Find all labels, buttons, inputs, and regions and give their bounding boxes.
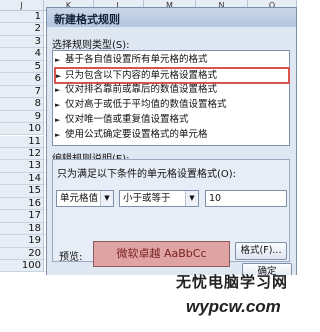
row-header[interactable]: 18 bbox=[0, 222, 44, 236]
row-header[interactable]: 14 bbox=[0, 172, 44, 186]
preview-label: 预览: bbox=[59, 252, 83, 263]
preview-text: 微软卓越 AaBbCc bbox=[116, 247, 207, 260]
condition-field-select[interactable]: 单元格值 ▼ bbox=[56, 190, 114, 207]
arrow-right-icon: ► bbox=[55, 116, 61, 124]
watermark-domain: wypcw.com bbox=[186, 297, 281, 316]
rule-description-panel: 只为满足以下条件的单元格设置格式(O): 单元格值 ▼ 小于或等于 ▼ 10 预… bbox=[52, 159, 290, 267]
rule-type-item-label: 仅对排名靠前或靠后的数值设置格式 bbox=[65, 84, 218, 95]
condition-value-text: 10 bbox=[209, 193, 222, 204]
arrow-right-icon: ► bbox=[55, 131, 61, 139]
row-header[interactable]: 10 bbox=[0, 123, 44, 136]
row-header[interactable]: 7 bbox=[0, 85, 44, 99]
row-header[interactable]: 2 bbox=[0, 23, 44, 36]
new-format-rule-dialog: 新建格式规则 选择规则类型(S): ► 基于各自值设置所有单元格的格式 ► 只为包含… bbox=[46, 7, 297, 283]
row-header[interactable]: 8 bbox=[0, 98, 44, 111]
only-format-label: 只为满足以下条件的单元格设置格式(O): bbox=[57, 169, 237, 180]
row-header[interactable]: 17 bbox=[0, 210, 44, 223]
row-header[interactable]: 15 bbox=[0, 185, 44, 198]
column-header-j[interactable]: J bbox=[0, 0, 44, 11]
chevron-down-icon[interactable]: ▼ bbox=[185, 191, 198, 206]
rule-type-item[interactable]: ► 仅对排名靠前或靠后的数值设置格式 bbox=[55, 83, 285, 97]
row-header[interactable]: 16 bbox=[0, 197, 44, 211]
arrow-right-icon: ► bbox=[55, 56, 61, 64]
arrow-right-icon: ► bbox=[55, 101, 61, 109]
rule-type-label: 选择规则类型(S): bbox=[52, 40, 130, 51]
row-header[interactable]: 19 bbox=[0, 235, 44, 248]
rule-type-item-label: 仅对唯一值或重复值设置格式 bbox=[65, 114, 189, 125]
row-header[interactable]: 6 bbox=[0, 73, 44, 86]
row-header[interactable]: 9 bbox=[0, 110, 44, 124]
condition-operator-value: 小于或等于 bbox=[123, 193, 171, 204]
rule-type-item[interactable]: ► 仅对高于或低于平均值的数值设置格式 bbox=[55, 98, 285, 112]
row-header[interactable]: 100 bbox=[0, 260, 44, 273]
arrow-right-icon: ► bbox=[56, 72, 62, 80]
rule-type-list[interactable]: ► 基于各自值设置所有单元格的格式 ► 只为包含以下内容的单元格设置格式 ► 仅对排名… bbox=[52, 50, 290, 146]
condition-value-input[interactable]: 10 bbox=[205, 190, 287, 207]
dialog-title: 新建格式规则 bbox=[54, 13, 120, 26]
dialog-titlebar[interactable]: 新建格式规则 bbox=[47, 8, 296, 27]
row-header[interactable]: 4 bbox=[0, 48, 44, 61]
watermark-site-name: 无忧电脑学习网 bbox=[176, 273, 289, 291]
rule-type-item-label: 仅对高于或低于平均值的数值设置格式 bbox=[65, 99, 227, 110]
row-header[interactable]: 11 bbox=[0, 135, 44, 148]
rule-type-item[interactable]: ► 基于各自值设置所有单元格的格式 bbox=[55, 53, 285, 67]
rule-type-item[interactable]: ► 使用公式确定要设置格式的单元格 bbox=[55, 128, 285, 142]
chevron-down-icon[interactable]: ▼ bbox=[100, 191, 113, 206]
row-header[interactable]: 12 bbox=[0, 147, 44, 161]
format-preview: 微软卓越 AaBbCc bbox=[93, 241, 230, 267]
rule-type-item[interactable]: ► 仅对唯一值或重复值设置格式 bbox=[55, 113, 285, 127]
rule-type-item-label: 基于各自值设置所有单元格的格式 bbox=[65, 54, 208, 65]
format-button[interactable]: 格式(F)... bbox=[235, 242, 287, 260]
row-header[interactable]: 5 bbox=[0, 60, 44, 74]
row-header[interactable]: 3 bbox=[0, 35, 44, 49]
condition-operator-select[interactable]: 小于或等于 ▼ bbox=[119, 190, 199, 207]
row-header[interactable]: 13 bbox=[0, 160, 44, 173]
row-header[interactable]: 20 bbox=[0, 247, 44, 260]
rule-type-item-label: 使用公式确定要设置格式的单元格 bbox=[65, 129, 208, 140]
rule-type-item-selected[interactable]: ► 只为包含以下内容的单元格设置格式 bbox=[54, 67, 290, 84]
rule-type-item-label: 只为包含以下内容的单元格设置格式 bbox=[65, 70, 218, 81]
condition-field-value: 单元格值 bbox=[60, 193, 99, 204]
row-header[interactable]: 1 bbox=[0, 11, 44, 24]
arrow-right-icon: ► bbox=[55, 86, 61, 94]
